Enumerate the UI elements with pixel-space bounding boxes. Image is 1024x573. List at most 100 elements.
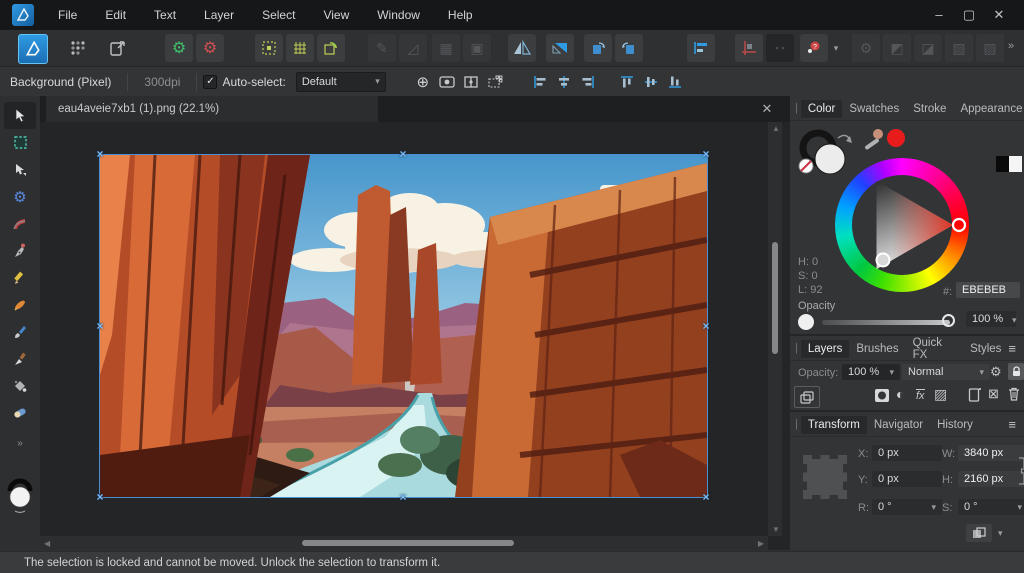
tab-swatches[interactable]: Swatches: [842, 100, 906, 118]
opacity-chip[interactable]: [798, 314, 814, 330]
selection-handle-top-right[interactable]: ×: [701, 148, 711, 160]
hsl-triangle[interactable]: [835, 158, 969, 292]
anchor-point-selector[interactable]: [802, 454, 848, 500]
blend-mode-dropdown[interactable]: Normal ▾: [902, 364, 990, 380]
edit-all-layers-button[interactable]: [794, 386, 820, 408]
edit-selection-box-icon[interactable]: [460, 72, 482, 92]
panel-menu-icon[interactable]: ≡: [1008, 341, 1024, 356]
alignment-icon[interactable]: [687, 34, 715, 62]
align-top-icon[interactable]: [616, 72, 638, 92]
tab-appearance[interactable]: Appearance: [953, 100, 1024, 118]
close-icon[interactable]: ✕: [984, 7, 1014, 23]
transform-origin-icon[interactable]: ⊕: [412, 72, 434, 92]
tool-node[interactable]: [4, 156, 36, 183]
mask-layer-icon[interactable]: [874, 388, 890, 403]
guides-icon[interactable]: [735, 34, 763, 62]
selection-handle-bottom-center[interactable]: ×: [398, 491, 408, 503]
picked-color-swatch[interactable]: [887, 129, 905, 147]
rotate-pattern-icon[interactable]: [317, 34, 345, 62]
fill-color-well[interactable]: [9, 486, 31, 508]
lock-icon[interactable]: [1008, 363, 1024, 380]
fill-stroke-wells[interactable]: [5, 475, 35, 518]
scroll-down-icon[interactable]: ▼: [772, 525, 780, 534]
selection-handle-bottom-right[interactable]: ×: [701, 491, 711, 503]
tab-quickfx[interactable]: Quick FX: [906, 334, 964, 364]
tab-brushes[interactable]: Brushes: [849, 340, 905, 358]
panel-menu-icon[interactable]: ≡: [1008, 417, 1024, 432]
vertical-scrollbar[interactable]: ▲ ▼: [768, 122, 782, 536]
tool-point-transform[interactable]: ⚙: [4, 183, 36, 210]
tool-artboard[interactable]: [4, 129, 36, 156]
tool-paint-brush[interactable]: [4, 318, 36, 345]
shear-input[interactable]: 0 ° ▾: [958, 499, 1024, 515]
transform-mode-chevron-icon[interactable]: ▾: [998, 528, 1003, 539]
align-center-horizontal-icon[interactable]: [553, 72, 575, 92]
tool-pen[interactable]: [4, 237, 36, 264]
assistant-icon[interactable]: ?: [800, 34, 828, 62]
transform-mode-button[interactable]: [966, 524, 992, 542]
scroll-up-icon[interactable]: ▲: [772, 124, 780, 133]
menu-select[interactable]: Select: [248, 8, 309, 22]
gear-green-icon[interactable]: ⚙: [165, 34, 193, 62]
gear-crossed-icon[interactable]: ⚙: [196, 34, 224, 62]
tab-history[interactable]: History: [930, 416, 980, 434]
eyedropper-icon[interactable]: [864, 138, 879, 150]
contrast-swatches[interactable]: [996, 156, 1022, 172]
hue-marker[interactable]: [951, 217, 967, 233]
flip-vertical-icon[interactable]: [546, 34, 574, 62]
tab-navigator[interactable]: Navigator: [867, 416, 930, 434]
hex-input[interactable]: EBEBEB: [956, 282, 1020, 298]
persona-designer-button[interactable]: [18, 34, 48, 64]
black-swatch[interactable]: [996, 156, 1009, 172]
tab-stroke[interactable]: Stroke: [906, 100, 953, 118]
scroll-right-icon[interactable]: ▶: [758, 539, 764, 548]
horizontal-scroll-thumb[interactable]: [302, 540, 514, 546]
flip-horizontal-icon[interactable]: [508, 34, 536, 62]
tool-transparency[interactable]: [4, 399, 36, 426]
swap-colors-icon[interactable]: [14, 510, 26, 514]
align-left-icon[interactable]: [529, 72, 551, 92]
tool-knife[interactable]: [4, 345, 36, 372]
layer-effects-icon[interactable]: fx: [916, 389, 925, 402]
live-filter-icon[interactable]: ▨: [934, 386, 947, 403]
menu-file[interactable]: File: [44, 8, 91, 22]
auto-select-dropdown[interactable]: Default ▾: [295, 71, 386, 92]
tab-transform[interactable]: Transform: [800, 416, 867, 434]
w-input[interactable]: 3840 px: [958, 445, 1024, 461]
layer-opacity-dropdown[interactable]: 100 % ▾: [842, 364, 900, 380]
pixel-persona-button[interactable]: [64, 34, 92, 62]
tab-styles[interactable]: Styles: [963, 340, 1008, 358]
menu-window[interactable]: Window: [363, 8, 434, 22]
tool-fill[interactable]: [4, 372, 36, 399]
canvas-viewport[interactable]: × × × × × × × ×: [40, 122, 768, 536]
align-right-icon[interactable]: [577, 72, 599, 92]
pixel-grid-icon[interactable]: [286, 34, 314, 62]
align-middle-vertical-icon[interactable]: [640, 72, 662, 92]
assistant-dropdown-chevron-icon[interactable]: ▾: [828, 34, 844, 62]
no-fill-chip[interactable]: [798, 158, 814, 174]
opacity-slider-handle[interactable]: [942, 314, 955, 327]
show-selection-icon[interactable]: [436, 72, 458, 92]
rotate-ccw-icon[interactable]: [584, 34, 612, 62]
color-marker[interactable]: [875, 252, 891, 268]
document-tab[interactable]: eau4aveie7xb1 (1).png (22.1%): [46, 96, 378, 122]
snap-to-pixel-icon[interactable]: [255, 34, 283, 62]
y-input[interactable]: 0 px: [872, 471, 942, 487]
menu-text[interactable]: Text: [140, 8, 190, 22]
adjustment-layer-icon[interactable]: ◐: [896, 386, 904, 402]
panel-grip[interactable]: |: [790, 102, 801, 114]
tool-corner[interactable]: [4, 210, 36, 237]
selection-handle-top-center[interactable]: ×: [398, 148, 408, 160]
add-mask-icon[interactable]: ⊠: [988, 386, 999, 402]
tools-overflow-button[interactable]: »: [17, 438, 23, 449]
toolbar-overflow-button[interactable]: »: [1008, 40, 1014, 52]
tool-vector-brush[interactable]: [4, 291, 36, 318]
scroll-left-icon[interactable]: ◀: [44, 539, 50, 548]
horizontal-scrollbar[interactable]: ◀ ▶: [40, 536, 768, 550]
cycle-selection-box-icon[interactable]: [484, 72, 506, 92]
selection-handle-top-left[interactable]: ×: [95, 148, 105, 160]
tool-move[interactable]: [4, 102, 36, 129]
selection-handle-middle-right[interactable]: ×: [701, 320, 711, 332]
selection-handle-bottom-left[interactable]: ×: [95, 491, 105, 503]
layer-settings-gear-icon[interactable]: ⚙: [990, 364, 1002, 380]
